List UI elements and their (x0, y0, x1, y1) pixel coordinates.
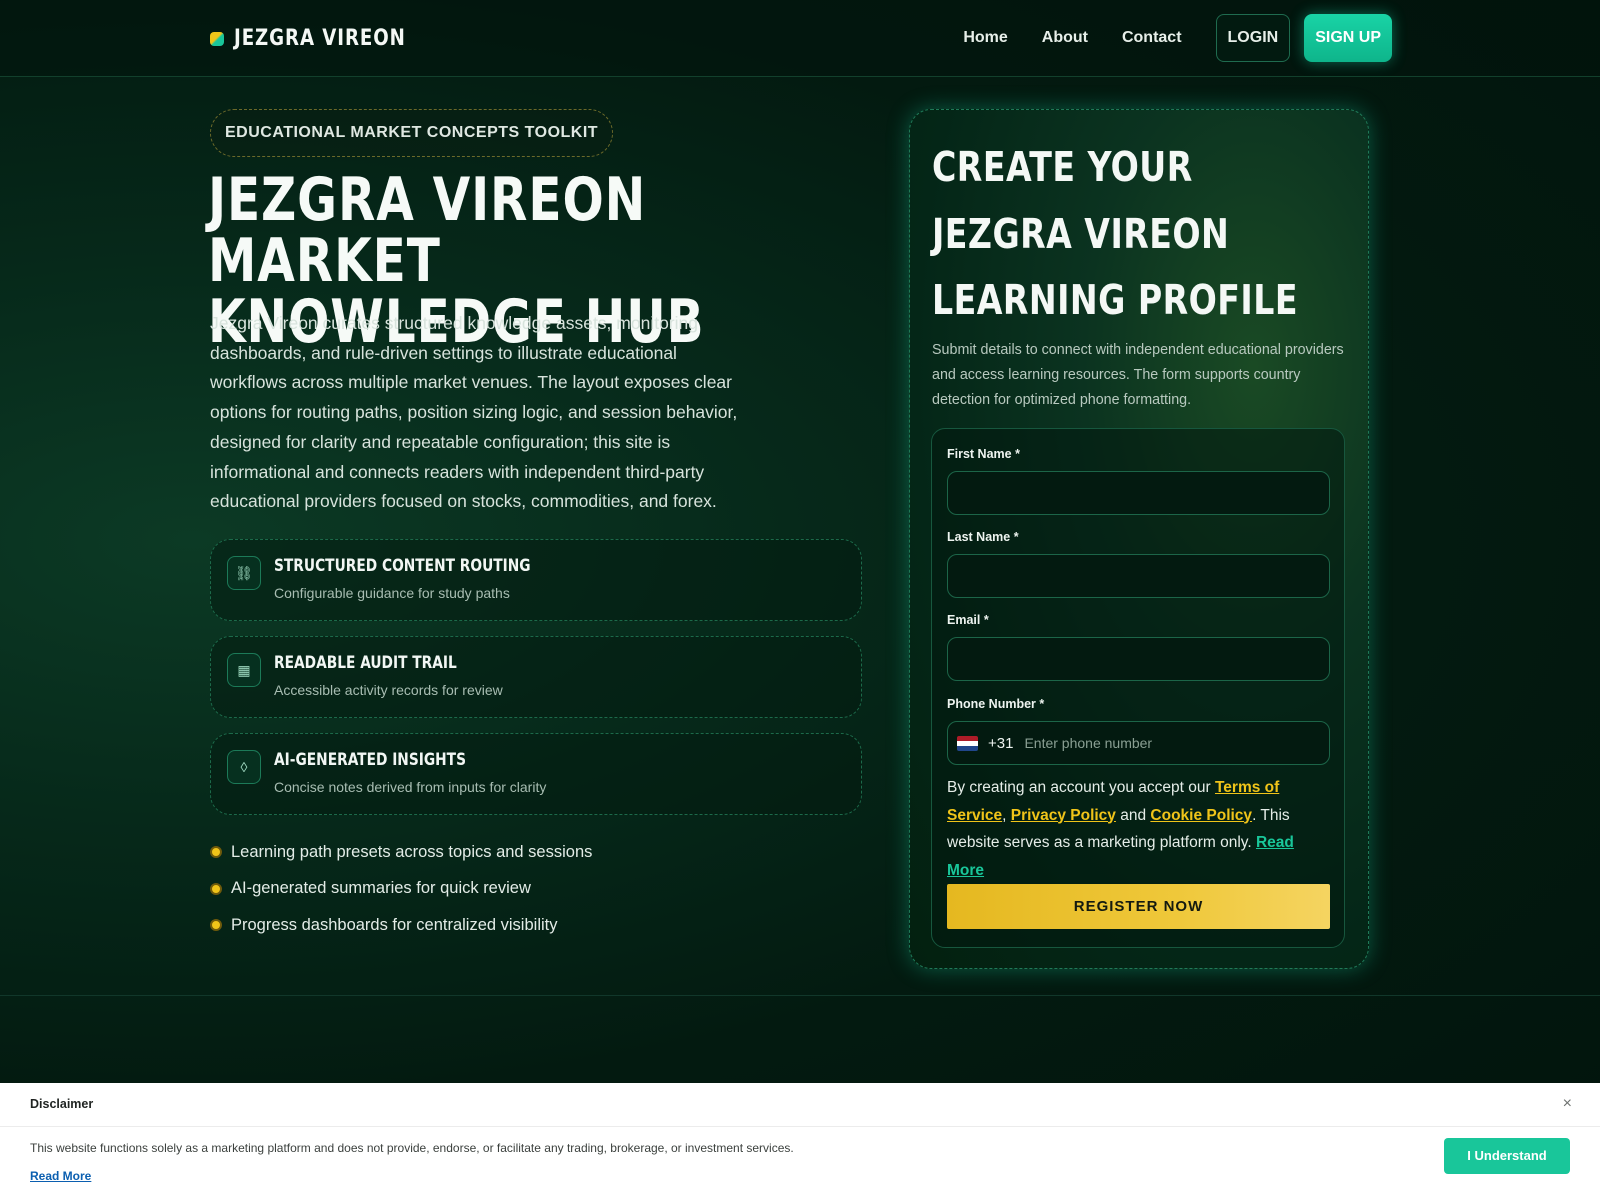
last-name-field[interactable] (947, 554, 1330, 598)
first-name-label: First Name * (947, 447, 1020, 461)
feature-description: Accessible activity records for review (274, 682, 503, 698)
form-subtitle: Submit details to connect with independe… (932, 342, 1344, 408)
link-icon: ⛓ (227, 556, 261, 590)
list-item-text: Learning path presets across topics and … (231, 842, 593, 861)
diamond-icon: ◊ (227, 750, 261, 784)
form-title: CREATE YOUR JEZGRA VIREON LEARNING PROFI… (932, 143, 1298, 324)
email-field[interactable] (947, 637, 1330, 681)
list-item: AI-generated summaries for quick review (210, 871, 592, 908)
list-item-text: AI-generated summaries for quick review (231, 879, 531, 898)
consent-and: and (1115, 806, 1151, 824)
feature-card: ◊ AI-GENERATED INSIGHTS Concise notes de… (210, 733, 862, 815)
consent-prefix: By creating an account you accept our (947, 779, 1215, 796)
login-button[interactable]: LOGIN (1215, 14, 1291, 62)
section-divider (0, 995, 1600, 996)
brand[interactable]: JEZGRA VIREON (210, 26, 421, 51)
hero-description: Jezgra Vireon curates structured knowled… (210, 313, 738, 512)
signup-button[interactable]: SIGN UP (1304, 14, 1392, 62)
feature-title: STRUCTURED CONTENT ROUTING (274, 556, 531, 576)
list-item-text: Progress dashboards for centralized visi… (231, 915, 558, 934)
bullet-dot-icon (210, 846, 222, 859)
phone-label: Phone Number * (947, 697, 1045, 711)
phone-placeholder: Enter phone number (1024, 735, 1153, 751)
nav-contact[interactable]: Contact (1122, 29, 1182, 47)
disclaimer-header: Disclaimer × (0, 1083, 1600, 1127)
consent-comma: , (1002, 806, 1007, 824)
feature-title: AI-GENERATED INSIGHTS (274, 750, 466, 770)
logo-icon (210, 31, 224, 46)
feature-card: ▦ READABLE AUDIT TRAIL Accessible activi… (210, 636, 862, 718)
list-item: Progress dashboards for centralized visi… (210, 907, 592, 944)
site-header: JEZGRA VIREON Home About Contact LOGIN S… (0, 0, 1600, 77)
privacy-link[interactable]: Privacy Policy (1011, 807, 1116, 824)
disclaimer-read-more-link[interactable]: Read More (30, 1169, 91, 1183)
email-label: Email * (947, 613, 989, 627)
dial-code: +31 (988, 734, 1014, 752)
netherlands-flag-icon[interactable] (957, 735, 978, 751)
nav-about[interactable]: About (1042, 29, 1088, 47)
registration-form: First Name * Last Name * Email * Phone N… (931, 428, 1345, 948)
phone-field[interactable]: +31 Enter phone number (947, 721, 1330, 765)
brand-name: JEZGRA VIREON (234, 26, 406, 51)
hero-badge: EDUCATIONAL MARKET CONCEPTS TOOLKIT (210, 109, 614, 157)
cookie-link[interactable]: Cookie Policy (1150, 807, 1252, 824)
registration-card: CREATE YOUR JEZGRA VIREON LEARNING PROFI… (909, 109, 1369, 969)
disclaimer-text: This website functions solely as a marke… (30, 1141, 794, 1155)
close-icon[interactable]: × (1563, 1095, 1572, 1113)
main-nav: Home About Contact LOGIN SIGN UP (963, 14, 1392, 62)
nav-home[interactable]: Home (963, 29, 1007, 47)
feature-title: READABLE AUDIT TRAIL (274, 653, 457, 673)
list-item: Learning path presets across topics and … (210, 834, 592, 871)
benefit-list: Learning path presets across topics and … (210, 834, 592, 944)
bullet-dot-icon (210, 919, 222, 932)
consent-text: By creating an account you accept our Te… (947, 774, 1331, 884)
understand-button[interactable]: I Understand (1444, 1138, 1570, 1174)
grid-icon: ▦ (227, 653, 261, 687)
bullet-dot-icon (210, 882, 222, 895)
last-name-label: Last Name * (947, 530, 1019, 544)
first-name-field[interactable] (947, 471, 1330, 515)
register-button[interactable]: REGISTER NOW (947, 884, 1330, 929)
feature-card: ⛓ STRUCTURED CONTENT ROUTING Configurabl… (210, 539, 862, 621)
disclaimer-banner: Disclaimer × This website functions sole… (0, 1083, 1600, 1200)
disclaimer-title: Disclaimer (30, 1097, 94, 1111)
feature-description: Configurable guidance for study paths (274, 585, 510, 601)
feature-description: Concise notes derived from inputs for cl… (274, 779, 547, 795)
